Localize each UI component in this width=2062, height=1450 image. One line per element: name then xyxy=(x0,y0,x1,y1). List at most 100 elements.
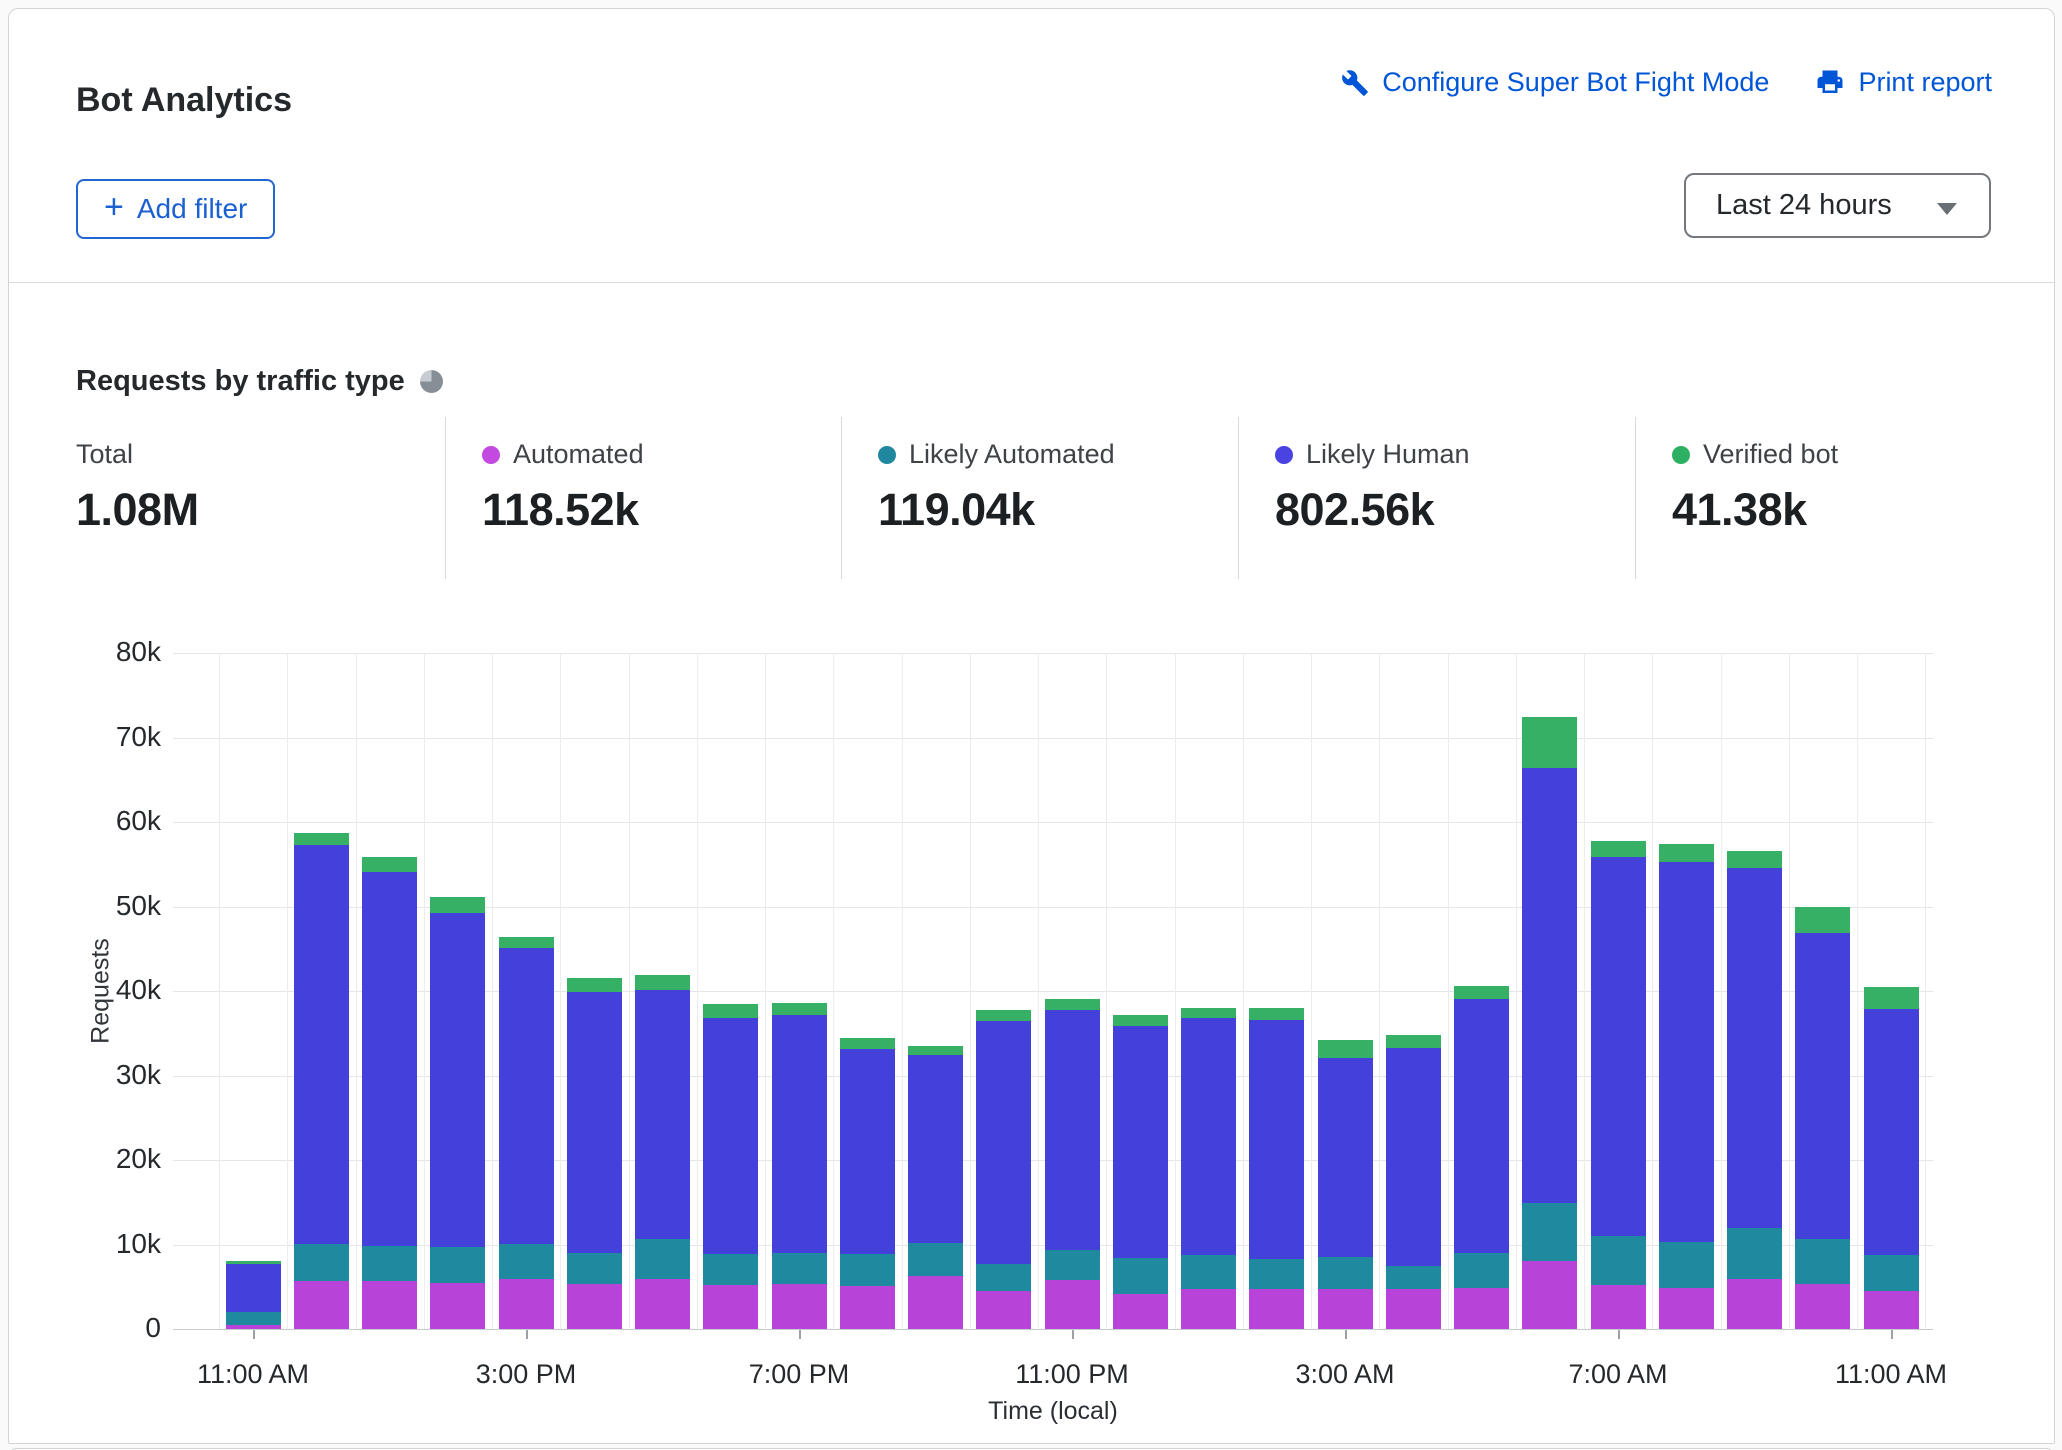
plus-icon: + xyxy=(104,190,124,224)
x-gridline xyxy=(424,653,425,1329)
chart-bar-7-00-pm xyxy=(772,1003,827,1329)
bar-segment-verified-bot xyxy=(499,937,554,948)
legend-dot xyxy=(1672,446,1690,464)
chart-bar-1-00-am xyxy=(1181,1008,1236,1329)
x-gridline xyxy=(629,653,630,1329)
chart-bar-9-00-pm xyxy=(908,1046,963,1329)
bar-segment-automated xyxy=(499,1279,554,1329)
stat-value: 119.04k xyxy=(878,484,1115,536)
x-tick xyxy=(526,1330,528,1339)
bar-segment-likely-automated xyxy=(567,1253,622,1284)
bar-segment-automated xyxy=(1318,1289,1373,1329)
bar-segment-automated xyxy=(1045,1280,1100,1329)
bar-segment-likely-human xyxy=(1386,1048,1441,1266)
y-tick-label: 50k xyxy=(51,890,161,922)
stat-label: Automated xyxy=(513,439,644,470)
bar-segment-automated xyxy=(1454,1288,1509,1329)
bar-segment-verified-bot xyxy=(1181,1008,1236,1018)
bar-segment-verified-bot xyxy=(908,1046,963,1055)
bar-segment-likely-human xyxy=(1659,862,1714,1242)
chart-bar-6-00-pm xyxy=(703,1004,758,1329)
bar-segment-likely-automated xyxy=(772,1253,827,1284)
bar-segment-likely-automated xyxy=(1795,1239,1850,1284)
chart-bar-5-00-am xyxy=(1454,986,1509,1329)
bar-segment-likely-automated xyxy=(908,1243,963,1276)
x-gridline xyxy=(1448,653,1449,1329)
page-title: Bot Analytics xyxy=(76,81,292,120)
stat-likely-automated: Likely Automated119.04k xyxy=(878,439,1115,536)
bar-segment-likely-human xyxy=(840,1049,895,1253)
printer-icon xyxy=(1815,68,1845,98)
add-filter-label: Add filter xyxy=(137,193,248,225)
x-gridline xyxy=(356,653,357,1329)
bar-segment-automated xyxy=(1386,1289,1441,1329)
bar-segment-likely-automated xyxy=(840,1254,895,1286)
bar-segment-likely-human xyxy=(1864,1009,1919,1256)
print-report-link[interactable]: Print report xyxy=(1815,67,1992,98)
chart-bar-2-00-am xyxy=(1249,1008,1304,1329)
bar-segment-verified-bot xyxy=(1522,717,1577,768)
bar-segment-likely-human xyxy=(362,872,417,1246)
x-gridline xyxy=(1789,653,1790,1329)
x-tick-label: 11:00 AM xyxy=(173,1359,333,1390)
bar-segment-likely-automated xyxy=(499,1244,554,1279)
bar-segment-likely-human xyxy=(703,1018,758,1254)
chart-bar-3-00-pm xyxy=(499,937,554,1329)
bar-segment-likely-automated xyxy=(703,1254,758,1285)
stat-total: Total1.08M xyxy=(76,439,199,536)
bar-segment-automated xyxy=(1659,1288,1714,1329)
chart-bar-5-00-pm xyxy=(635,975,690,1329)
x-tick xyxy=(253,1330,255,1339)
chart-bar-11-00-am xyxy=(226,1261,281,1329)
add-filter-button[interactable]: + Add filter xyxy=(76,179,275,239)
chart-bar-1-00-pm xyxy=(362,857,417,1329)
bar-segment-verified-bot xyxy=(567,978,622,992)
time-range-select[interactable]: Last 24 hours xyxy=(1684,173,1991,238)
bar-segment-verified-bot xyxy=(1659,844,1714,862)
x-gridline xyxy=(1516,653,1517,1329)
stat-divider xyxy=(1635,417,1636,579)
x-tick-label: 11:00 AM xyxy=(1811,1359,1971,1390)
legend-dot xyxy=(1275,446,1293,464)
x-gridline xyxy=(1243,653,1244,1329)
x-tick-label: 7:00 PM xyxy=(719,1359,879,1390)
chart-bar-11-00-pm xyxy=(1045,999,1100,1329)
x-gridline xyxy=(970,653,971,1329)
bar-segment-verified-bot xyxy=(294,833,349,845)
chart-bar-7-00-am xyxy=(1591,841,1646,1329)
bar-segment-likely-human xyxy=(772,1015,827,1253)
bar-segment-verified-bot xyxy=(703,1004,758,1018)
bar-segment-likely-human xyxy=(294,845,349,1244)
bar-segment-likely-human xyxy=(1181,1018,1236,1255)
bar-segment-likely-human xyxy=(567,992,622,1253)
y-tick-label: 10k xyxy=(51,1228,161,1260)
bar-segment-likely-human xyxy=(226,1264,281,1312)
bar-segment-likely-human xyxy=(1113,1026,1168,1258)
y-tick-label: 60k xyxy=(51,805,161,837)
x-tick-label: 7:00 AM xyxy=(1538,1359,1698,1390)
bar-segment-automated xyxy=(1795,1284,1850,1329)
stat-automated: Automated118.52k xyxy=(482,439,644,536)
bar-segment-likely-automated xyxy=(1181,1255,1236,1289)
bar-segment-verified-bot xyxy=(1113,1015,1168,1026)
x-gridline xyxy=(902,653,903,1329)
x-gridline xyxy=(219,653,220,1329)
bar-segment-likely-automated xyxy=(1864,1255,1919,1290)
configure-super-bot-fight-mode-link[interactable]: Configure Super Bot Fight Mode xyxy=(1341,67,1769,98)
bar-segment-likely-automated xyxy=(976,1264,1031,1291)
x-gridline xyxy=(287,653,288,1329)
bar-segment-automated xyxy=(1181,1289,1236,1329)
bar-segment-likely-automated xyxy=(1113,1258,1168,1293)
bar-segment-likely-human xyxy=(1522,768,1577,1203)
bar-segment-automated xyxy=(1591,1285,1646,1329)
bar-segment-verified-bot xyxy=(1454,986,1509,999)
stat-label: Likely Human xyxy=(1306,439,1470,470)
bar-segment-likely-automated xyxy=(1591,1236,1646,1285)
stat-likely-human: Likely Human802.56k xyxy=(1275,439,1470,536)
bar-segment-verified-bot xyxy=(1864,987,1919,1009)
chart-bar-6-00-am xyxy=(1522,717,1577,1329)
bar-segment-likely-human xyxy=(1249,1020,1304,1259)
bar-segment-likely-automated xyxy=(294,1244,349,1281)
chart-bar-9-00-am xyxy=(1727,851,1782,1329)
bar-segment-verified-bot xyxy=(772,1003,827,1015)
